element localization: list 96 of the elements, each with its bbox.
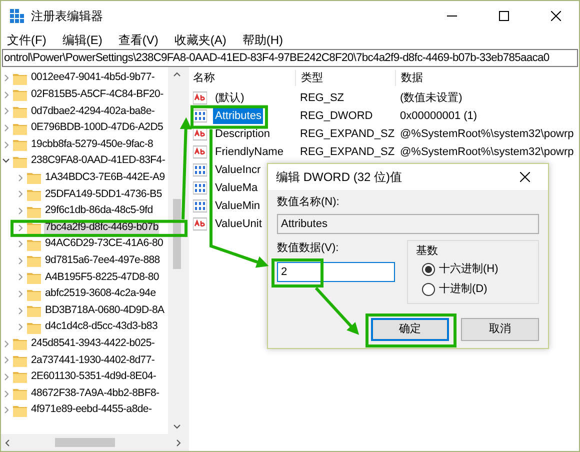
tree-item[interactable]: 29f6c1db-86da-48c5-9fd <box>44 203 154 219</box>
value-name-field[interactable]: Attributes <box>277 214 539 234</box>
folder-icon <box>13 122 27 135</box>
value-name[interactable]: ValueIncr <box>213 162 263 178</box>
value-data-field[interactable]: 2 <box>277 262 395 282</box>
folder-icon <box>27 254 41 268</box>
folder-icon <box>27 238 41 251</box>
tree-item[interactable]: 0E796BDB-100D-47D6-A2D5 <box>30 120 164 136</box>
maximize-icon[interactable] <box>499 11 509 21</box>
radio-button[interactable] <box>422 262 435 276</box>
radio-button[interactable] <box>422 282 435 296</box>
folder-icon <box>27 188 41 201</box>
folder-icon <box>13 104 27 118</box>
value-data: @%SystemRoot%\system32\powrp <box>400 146 574 158</box>
value-name[interactable]: ValueMa <box>213 180 260 196</box>
menu-item[interactable]: 编辑(E) <box>62 31 102 49</box>
value-data-label: 数值数据(V): <box>277 240 340 256</box>
value-name[interactable]: ValueMin <box>213 198 262 214</box>
folder-icon <box>13 72 27 85</box>
folder-icon <box>27 288 41 301</box>
string-value-icon <box>193 145 207 159</box>
binary-value-icon <box>193 199 207 213</box>
tree-item[interactable]: BD3B718A-0680-4D9D-8A <box>44 302 166 318</box>
tree-item[interactable]: 9d7815a6-7ee4-497e-888 <box>44 252 161 269</box>
tree-item[interactable]: A4B195F5-8225-47D8-80 <box>44 270 160 286</box>
binary-value-icon <box>193 109 207 123</box>
menu-item[interactable]: 文件(F) <box>7 31 46 49</box>
scroll-thumb[interactable] <box>172 199 180 269</box>
binary-value-icon <box>193 163 207 177</box>
scroll-thumb[interactable] <box>55 438 115 447</box>
string-value-icon <box>193 127 207 141</box>
cancel-button[interactable]: 取消 <box>461 318 539 341</box>
horizontal-scrollbar[interactable] <box>1 434 185 451</box>
column-header[interactable]: 数据 <box>395 70 579 86</box>
folder-icon <box>13 404 27 417</box>
tree-item[interactable]: 2a737441-1930-4402-8d77- <box>30 352 156 368</box>
folder-icon <box>13 337 27 350</box>
folder-icon <box>13 354 27 367</box>
tree-item[interactable]: 19cbb8fa-5279-450e-9fac-8 <box>30 136 154 153</box>
binary-value-icon <box>193 181 207 195</box>
value-data: (数值未设置) <box>400 92 462 104</box>
value-type: REG_EXPAND_SZ <box>300 128 395 140</box>
tree-item[interactable]: 4f971e89-eebd-4455-a8de- <box>30 402 153 418</box>
ok-button[interactable]: 确定 <box>371 318 449 341</box>
value-name[interactable]: (默认) <box>213 90 246 106</box>
base-label: 基数 <box>416 244 439 258</box>
close-icon[interactable] <box>551 11 561 21</box>
folder-icon <box>13 370 27 384</box>
menu-item[interactable]: 帮助(H) <box>242 31 283 49</box>
string-value-icon <box>193 217 207 231</box>
registry-app-icon <box>9 8 25 24</box>
value-data: @%SystemRoot%\system32\powrp <box>400 128 574 140</box>
highlight-box <box>272 258 324 288</box>
tree-item[interactable]: 25DFA149-5DD1-4736-B5 <box>44 186 163 202</box>
tree-item[interactable]: 0012ee47-9041-4b5d-9b77- <box>30 70 156 86</box>
column-header[interactable]: 类型 <box>295 70 395 86</box>
folder-icon <box>27 221 41 234</box>
value-name[interactable]: ValueUnit <box>213 216 264 232</box>
folder-icon <box>13 138 27 152</box>
value-name-label: 数值名称(N): <box>277 195 340 210</box>
tree-item[interactable]: 94AC6D29-73CE-41A6-80 <box>44 236 164 252</box>
folder-icon <box>27 270 41 284</box>
menu-item[interactable]: 收藏夹(A) <box>174 31 226 49</box>
folder-icon <box>13 154 27 168</box>
tree-item[interactable]: abfc2519-3608-4c2a-94e <box>44 286 157 302</box>
folder-icon <box>27 320 41 334</box>
close-icon[interactable] <box>520 172 530 182</box>
tree-item[interactable]: 245d8541-3943-4422-b025- <box>30 336 156 352</box>
value-type: REG_DWORD <box>300 110 373 122</box>
value-name[interactable]: Attributes <box>213 108 264 124</box>
folder-icon <box>13 387 27 400</box>
dialog-title: 编辑 DWORD (32 位)值 <box>276 169 402 186</box>
tree-item[interactable]: 238C9FA8-0AAD-41ED-83F4- <box>30 153 166 170</box>
window-title: 注册表编辑器 <box>31 8 104 25</box>
value-type: REG_EXPAND_SZ <box>300 146 395 158</box>
value-name[interactable]: FriendlyName <box>213 144 286 160</box>
folder-icon <box>27 304 41 318</box>
string-value-icon <box>193 91 207 105</box>
tree-item[interactable]: 1A34BDC3-7E6B-442E-A9 <box>44 170 166 186</box>
arrow <box>314 286 360 335</box>
folder-icon <box>27 204 41 218</box>
value-data: 0x00000001 (1) <box>400 110 478 122</box>
tree-item[interactable]: 2E601130-5351-4d9d-8E04- <box>30 369 158 385</box>
folder-icon <box>13 88 27 102</box>
radio-label: 十六进制(H) <box>439 262 498 277</box>
value-name[interactable]: Description <box>213 126 272 142</box>
folder-icon <box>27 171 41 184</box>
value-type: REG_SZ <box>300 92 344 104</box>
tree-item[interactable]: 02F815B5-A5CF-4C84-BF20- <box>30 87 164 103</box>
menu-item[interactable]: 查看(V) <box>118 31 158 49</box>
column-header[interactable]: 名称 <box>191 70 295 86</box>
tree-item[interactable]: d4c1d4c8-d5cc-43d3-b83 <box>44 319 158 336</box>
tree-item[interactable]: 0d7dbae2-4294-402a-ba8e- <box>30 104 156 120</box>
address-bar[interactable]: ontrol\Power\PowerSettings\238C9FA8-0AAD-41ED-83F4-97BE242C8F20\7bc4a2f9-d8fc-4469-b07b-33eb785aaca0 <box>2 49 578 67</box>
radio-label: 十进制(D) <box>439 282 488 297</box>
tree-item[interactable]: 48672F38-7A9A-4bb2-8BF8- <box>30 386 160 402</box>
